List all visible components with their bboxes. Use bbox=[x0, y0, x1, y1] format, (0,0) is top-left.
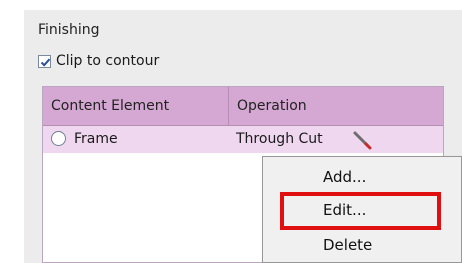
column-separator bbox=[228, 87, 229, 125]
table-header: Content Element Operation bbox=[43, 87, 443, 126]
menu-item-delete[interactable]: Delete bbox=[323, 233, 372, 257]
clip-to-contour-option[interactable]: Clip to contour bbox=[38, 51, 159, 71]
operation-cell: Through Cut bbox=[236, 131, 323, 147]
edit-pen-icon[interactable] bbox=[351, 130, 373, 150]
column-header-content-element[interactable]: Content Element bbox=[51, 87, 169, 125]
column-header-operation[interactable]: Operation bbox=[237, 87, 307, 125]
section-title: Finishing bbox=[38, 22, 100, 38]
clip-to-contour-label: Clip to contour bbox=[56, 53, 160, 69]
clip-to-contour-checkbox[interactable] bbox=[38, 54, 51, 68]
menu-item-add[interactable]: Add... bbox=[323, 165, 366, 189]
content-element-cell: Frame bbox=[74, 131, 118, 147]
table-row[interactable]: Frame Through Cut bbox=[43, 126, 443, 153]
edit-highlight-box bbox=[280, 192, 441, 230]
row-radio-button[interactable] bbox=[51, 131, 66, 146]
checkmark-icon bbox=[40, 58, 51, 67]
